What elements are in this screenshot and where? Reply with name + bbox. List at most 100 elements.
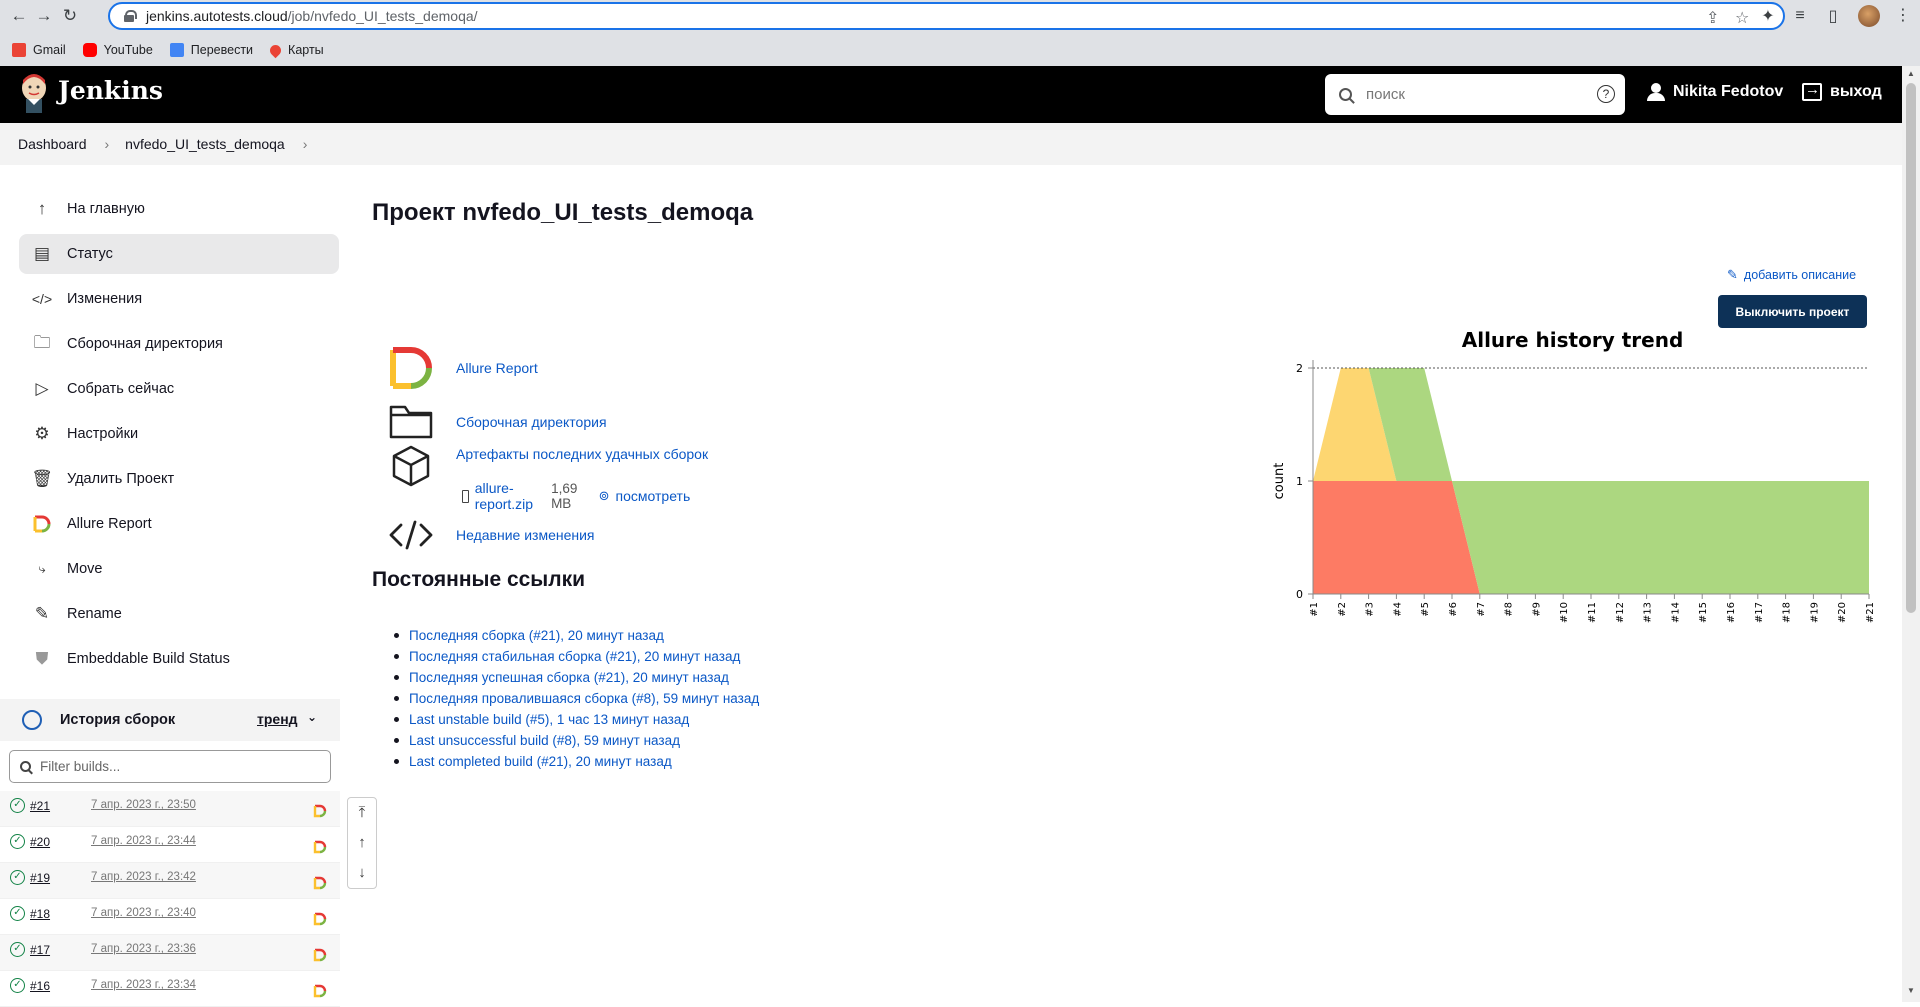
scroll-up-icon[interactable]: ↑ (348, 828, 376, 858)
task-changes[interactable]: </> Изменения (19, 279, 339, 319)
task-embeddable-status[interactable]: ⛊ Embeddable Build Status (19, 639, 339, 679)
share-icon[interactable]: ⇪ (1706, 8, 1719, 28)
build-date-link[interactable]: 7 апр. 2023 г., 23:36 (91, 943, 196, 955)
reload-icon[interactable]: ↻ (59, 5, 81, 27)
translate-icon (169, 43, 184, 57)
permalink-last-stable[interactable]: Последняя стабильная сборка (#21), 20 ми… (409, 649, 740, 664)
task-workspace[interactable]: 🗀 Сборочная директория (19, 324, 339, 364)
allure-icon[interactable] (313, 804, 327, 818)
profile-avatar[interactable] (1858, 5, 1880, 27)
task-home[interactable]: ↑ На главную (19, 189, 339, 229)
chrome-menu-icon[interactable]: ⋮ (1895, 5, 1911, 25)
artifact-size: 1,69 MB (551, 481, 578, 511)
bookmark-star-icon[interactable]: ☆ (1735, 8, 1749, 28)
build-date-link[interactable]: 7 апр. 2023 г., 23:42 (91, 871, 196, 883)
build-row[interactable]: ✓ #17 7 апр. 2023 г., 23:36 (0, 935, 340, 971)
build-number-link[interactable]: #17 (30, 943, 50, 957)
recent-changes-link[interactable]: Недавние изменения (456, 527, 595, 543)
browser-toolbar: ← → ↻ jenkins.autotests.cloud/job/nvfedo… (0, 0, 1920, 66)
allure-icon[interactable] (313, 948, 327, 962)
task-configure[interactable]: ⚙ Настройки (19, 414, 339, 454)
permalink-last-unstable[interactable]: Last unstable build (#5), 1 час 13 минут… (409, 712, 689, 727)
search-input[interactable] (1366, 86, 1586, 103)
task-build-now[interactable]: ▷ Собрать сейчас (19, 369, 339, 409)
task-status[interactable]: ▤ Статус (19, 234, 339, 274)
bookmark-maps[interactable]: Карты (267, 42, 324, 58)
scroll-down-icon[interactable]: ↓ (348, 858, 376, 888)
pencil-icon: ✎ (34, 604, 50, 623)
side-panel-icon[interactable]: ▯ (1822, 5, 1844, 27)
artifacts-link[interactable]: Артефакты последних удачных сборок (456, 446, 708, 462)
add-description-link[interactable]: ✎ добавить описание (1727, 267, 1856, 283)
back-icon[interactable]: ← (8, 5, 30, 27)
user-link[interactable]: Nikita Fedotov (1647, 83, 1783, 101)
breadcrumb: Dashboard › nvfedo_UI_tests_demoqa › (0, 123, 1902, 165)
build-number-link[interactable]: #16 (30, 979, 50, 993)
build-number-link[interactable]: #19 (30, 871, 50, 885)
breadcrumb-dashboard[interactable]: Dashboard (18, 136, 87, 152)
allure-icon[interactable] (313, 912, 327, 926)
chevron-down-icon[interactable]: ⌄ (307, 710, 317, 724)
build-number-link[interactable]: #21 (30, 799, 50, 813)
logout-link[interactable]: выход (1802, 81, 1882, 101)
build-row[interactable]: ✓ #21 7 апр. 2023 г., 23:50 (0, 791, 340, 827)
permalink-last-successful[interactable]: Последняя успешная сборка (#21), 20 мину… (409, 670, 729, 685)
task-rename[interactable]: ✎ Rename (19, 594, 339, 634)
permalink-item: Last unstable build (#5), 1 час 13 минут… (394, 709, 759, 730)
bookmark-translate[interactable]: Перевести (169, 43, 253, 57)
x-tick-label: #19 (1809, 602, 1820, 623)
scroll-down-icon[interactable]: ▼ (1907, 986, 1915, 995)
build-row[interactable]: ✓ #18 7 апр. 2023 г., 23:40 (0, 899, 340, 935)
page-scrollbar[interactable]: ▲ ▼ (1902, 66, 1920, 1002)
pencil-icon: ✎ (1727, 267, 1738, 282)
x-tick-label: #16 (1726, 602, 1737, 623)
help-icon[interactable]: ? (1597, 85, 1615, 103)
build-number-link[interactable]: #18 (30, 907, 50, 921)
permalink-last-build[interactable]: Последняя сборка (#21), 20 минут назад (409, 628, 664, 643)
address-bar[interactable]: jenkins.autotests.cloud/job/nvfedo_UI_te… (108, 2, 1785, 30)
build-date-link[interactable]: 7 апр. 2023 г., 23:40 (91, 907, 196, 919)
filter-builds-input[interactable] (40, 759, 310, 774)
bookmark-youtube[interactable]: YouTube (82, 43, 153, 57)
build-date-link[interactable]: 7 апр. 2023 г., 23:44 (91, 835, 196, 847)
build-row[interactable]: ✓ #20 7 апр. 2023 г., 23:44 (0, 827, 340, 863)
allure-icon[interactable] (313, 840, 327, 854)
allure-report-link[interactable]: Allure Report (456, 360, 538, 376)
artifact-file-link[interactable]: allure-report.zip (475, 480, 533, 512)
workspace-link[interactable]: Сборочная директория (456, 414, 607, 430)
jenkins-title[interactable]: Jenkins (58, 76, 163, 105)
x-tick-label: #14 (1670, 602, 1681, 623)
youtube-icon (82, 43, 97, 57)
jenkins-logo-icon[interactable] (18, 74, 50, 114)
x-tick-label: #9 (1531, 602, 1542, 617)
task-move[interactable]: ⤷ Move (19, 549, 339, 589)
chevron-right-icon[interactable]: › (303, 136, 308, 152)
artifact-view-link[interactable]: посмотреть (616, 488, 691, 504)
forward-icon[interactable]: → (33, 5, 55, 27)
user-name: Nikita Fedotov (1673, 83, 1784, 100)
task-delete[interactable]: 🗑 Удалить Проект (19, 459, 339, 499)
search-box[interactable]: ? (1325, 74, 1625, 115)
breadcrumb-job[interactable]: nvfedo_UI_tests_demoqa (125, 136, 285, 152)
task-allure[interactable]: Allure Report (19, 504, 339, 544)
trend-link[interactable]: тренд (257, 711, 298, 727)
build-date-link[interactable]: 7 апр. 2023 г., 23:50 (91, 799, 196, 811)
allure-trend-chart[interactable]: Allure history trend 0 1 2 count #1 #2 #3 #4 #5 #… (1270, 322, 1880, 632)
build-row[interactable]: ✓ #19 7 апр. 2023 г., 23:42 (0, 863, 340, 899)
permalink-last-unsuccessful[interactable]: Last unsuccessful build (#8), 59 минут н… (409, 733, 680, 748)
filter-builds[interactable] (9, 750, 331, 783)
scrollbar-thumb[interactable] (1906, 83, 1916, 613)
permalink-last-completed[interactable]: Last completed build (#21), 20 минут наз… (409, 754, 672, 769)
build-number-link[interactable]: #20 (30, 835, 50, 849)
bookmark-gmail[interactable]: Gmail (12, 43, 66, 57)
reading-list-icon[interactable]: ≡ (1789, 5, 1811, 27)
permalink-last-failed[interactable]: Последняя провалившаяся сборка (#8), 59 … (409, 691, 759, 706)
build-list: ✓ #21 7 апр. 2023 г., 23:50 ✓ #20 7 апр. 2023… (0, 791, 340, 1007)
allure-icon[interactable] (313, 984, 327, 998)
user-icon (1647, 83, 1665, 101)
scroll-top-icon[interactable]: ⤒ (348, 798, 376, 828)
build-date-link[interactable]: 7 апр. 2023 г., 23:34 (91, 979, 196, 991)
scroll-up-icon[interactable]: ▲ (1907, 69, 1915, 78)
extensions-icon[interactable]: ✦ (1757, 5, 1779, 27)
allure-icon[interactable] (313, 876, 327, 890)
